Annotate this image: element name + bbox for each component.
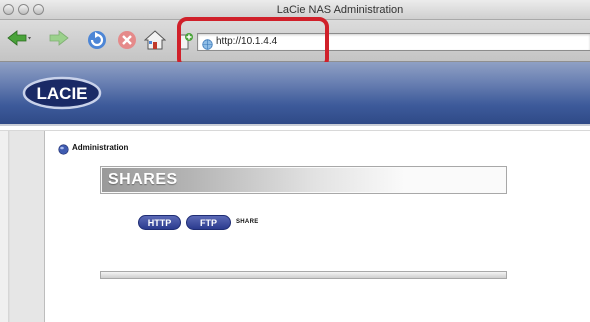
shares-panel: SHARES [100, 166, 507, 194]
lacie-logo-text: LACIE [37, 84, 88, 103]
administration-icon [58, 142, 69, 160]
forward-icon[interactable] [46, 29, 70, 52]
shares-header-bar: SHARES [102, 168, 405, 192]
shares-footer-bar [100, 271, 507, 279]
lacie-header: LACIE [0, 62, 590, 124]
administration-label: Administration [72, 143, 129, 152]
header-divider [0, 124, 590, 126]
ftp-button[interactable]: FTP [186, 215, 231, 230]
window-title: LaCie NAS Administration [276, 4, 404, 16]
stop-icon[interactable] [116, 29, 138, 56]
left-sidebar [0, 131, 45, 322]
home-icon[interactable] [143, 29, 167, 56]
share-label: SHARE [236, 219, 259, 225]
shares-title: SHARES [108, 171, 178, 188]
lacie-logo: LACIE [22, 76, 102, 115]
header-divider-lower [0, 130, 590, 131]
back-icon[interactable] [6, 29, 32, 52]
http-button[interactable]: HTTP [138, 215, 181, 230]
reload-icon[interactable] [86, 29, 108, 56]
